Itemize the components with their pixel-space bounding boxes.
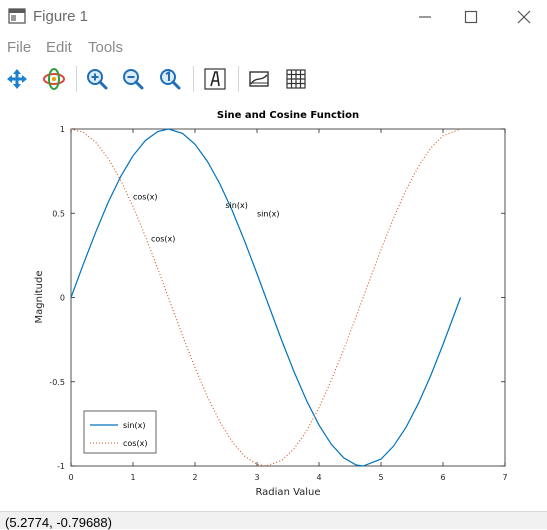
menubar: File Edit Tools — [0, 36, 547, 60]
status-bar: (5.2774, -0.79688) — [0, 511, 547, 530]
zoom-in-icon — [87, 69, 108, 90]
y-tick-label: -0.5 — [49, 378, 65, 387]
figure-app-icon — [8, 8, 26, 24]
toggle-grid-button[interactable] — [283, 66, 309, 92]
x-tick-label: 6 — [440, 473, 445, 482]
rotate-icon — [43, 68, 65, 90]
legend: sin(x) cos(x) — [83, 410, 157, 454]
figure-canvas[interactable]: Sine and Cosine Function 01234567 1 0.5 0-… — [0, 96, 547, 511]
insert-text-button[interactable] — [202, 66, 228, 92]
toolbar-separator — [76, 66, 77, 92]
rotate-button[interactable] — [41, 66, 67, 92]
menu-edit[interactable]: Edit — [46, 39, 72, 56]
pan-icon — [7, 69, 27, 89]
zoom-out-button[interactable] — [120, 66, 146, 92]
chart-title: Sine and Cosine Function — [217, 110, 359, 121]
zoom-out-icon — [123, 69, 144, 90]
maximize-icon — [464, 10, 478, 24]
x-tick-label: 4 — [316, 473, 321, 482]
y-tick-label: -1 — [57, 462, 65, 471]
zoom-reset-button[interactable] — [157, 66, 183, 92]
zoom-in-button[interactable] — [84, 66, 110, 92]
pan-button[interactable] — [4, 66, 30, 92]
y-tick-label: 1 — [60, 125, 65, 134]
annotation-label: sin(x) — [257, 209, 279, 218]
x-tick-label: 5 — [378, 473, 383, 482]
toggle-axes-button[interactable] — [246, 66, 272, 92]
y-tick-label: 0.5 — [52, 209, 65, 218]
window-titlebar: Figure 1 — [0, 0, 547, 34]
toolbar-separator — [193, 66, 194, 92]
x-tick-label: 3 — [254, 473, 259, 482]
y-tick-label: 0 — [60, 294, 65, 303]
legend-cos-label: cos(x) — [123, 439, 147, 448]
toggle-axes-icon — [249, 71, 269, 87]
close-icon — [517, 10, 531, 24]
window-title: Figure 1 — [33, 8, 89, 25]
annotation-label: cos(x) — [151, 235, 175, 244]
x-tick-label: 0 — [68, 473, 73, 482]
minimize-button[interactable] — [402, 0, 448, 34]
x-tick-label: 2 — [192, 473, 197, 482]
x-tick-label: 1 — [130, 473, 135, 482]
x-tick-label: 7 — [502, 473, 507, 482]
zoom-reset-icon — [160, 69, 181, 90]
legend-sin-label: sin(x) — [123, 421, 145, 430]
x-axis-label: Radian Value — [255, 487, 320, 498]
close-button[interactable] — [501, 0, 547, 34]
annotation-label: cos(x) — [133, 192, 157, 201]
menu-file[interactable]: File — [7, 39, 31, 56]
maximize-button[interactable] — [448, 0, 494, 34]
insert-text-icon — [204, 68, 226, 90]
y-axis-label: Magnitude — [34, 271, 45, 324]
figure-toolbar — [0, 62, 547, 94]
plot-svg: Sine and Cosine Function 01234567 10.50-… — [34, 110, 508, 498]
annotation-label: sin(x) — [225, 201, 247, 210]
minimize-icon — [419, 16, 431, 18]
toggle-grid-icon — [286, 69, 306, 89]
menu-tools[interactable]: Tools — [88, 39, 123, 56]
toolbar-separator — [238, 66, 239, 92]
